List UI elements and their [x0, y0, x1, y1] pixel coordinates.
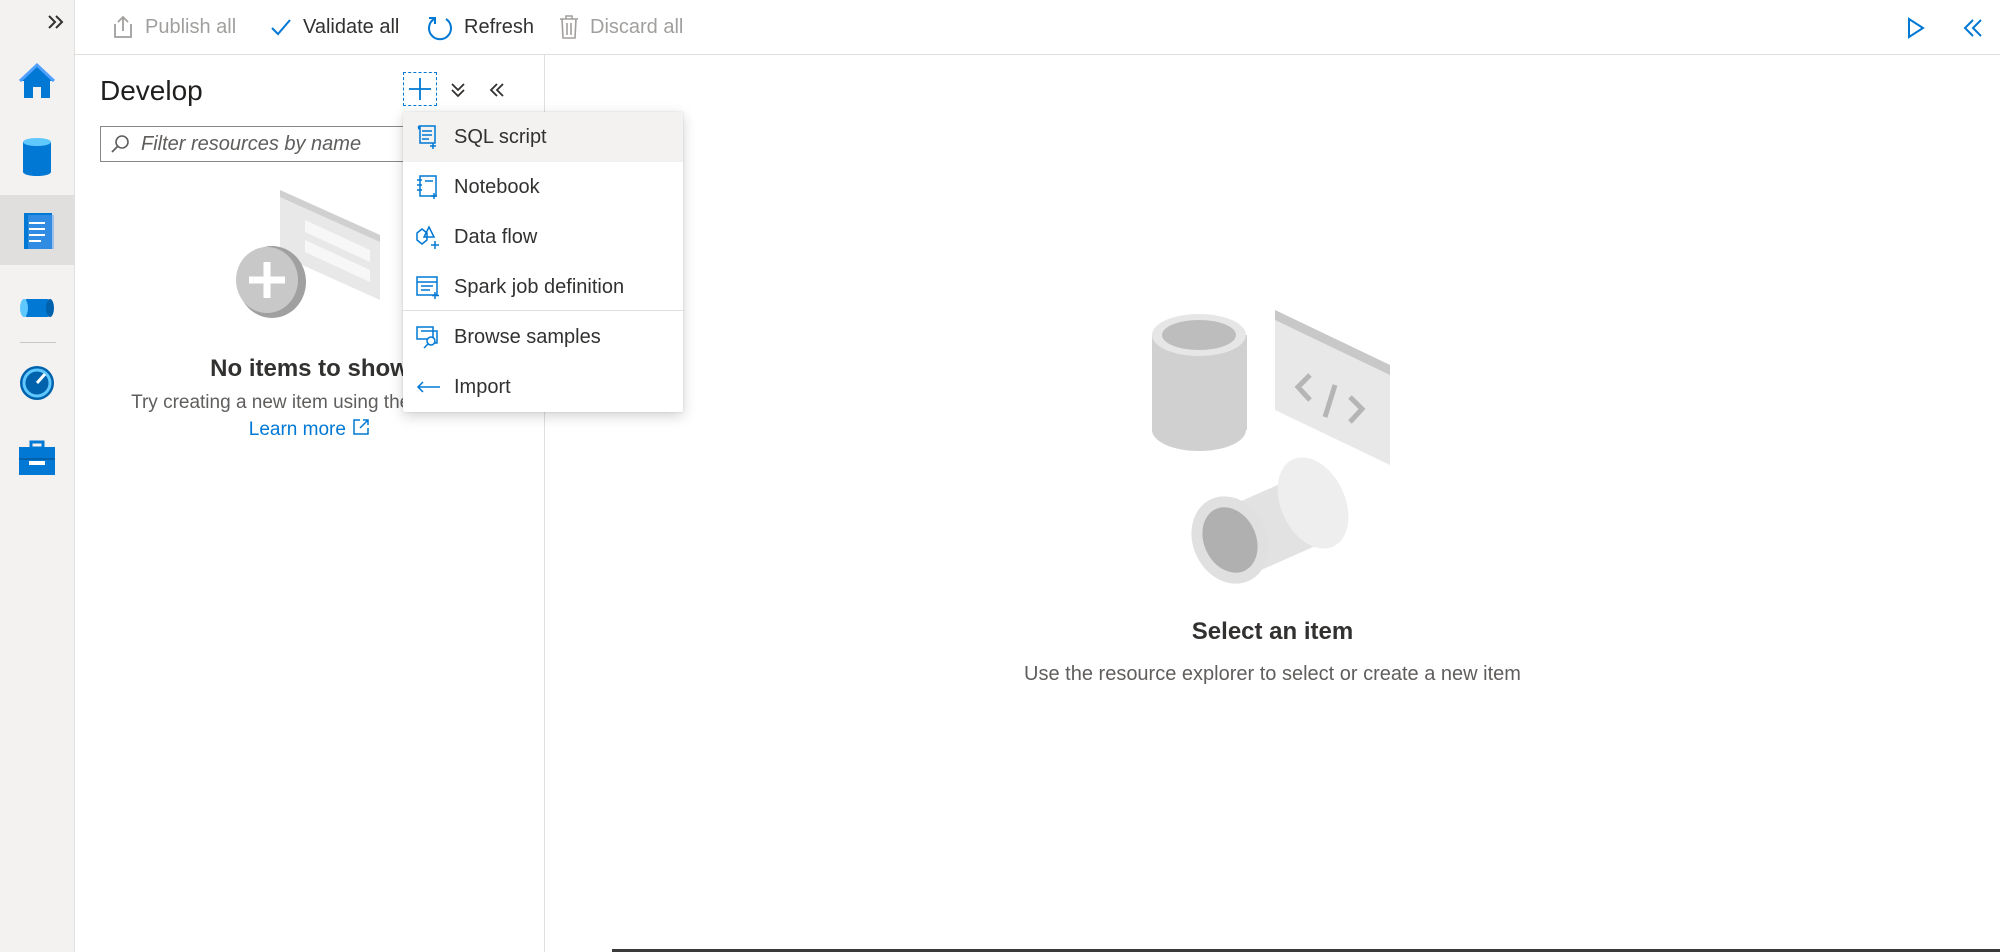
main-empty-illustration	[1150, 305, 1400, 600]
notebook-icon	[414, 173, 442, 201]
menu-item-spark-job-definition[interactable]: Spark job definition	[403, 262, 683, 312]
menu-item-browse-samples[interactable]: Browse samples	[403, 312, 683, 362]
run-button[interactable]	[1901, 14, 1929, 42]
expand-rail-icon[interactable]	[44, 10, 68, 34]
nav-home[interactable]	[14, 58, 60, 104]
command-bar: Publish all Validate all Refresh Discard…	[75, 0, 2000, 55]
manage-icon	[19, 440, 55, 475]
menu-item-label: Notebook	[454, 175, 540, 198]
menu-item-sql-script[interactable]: SQL script	[403, 112, 683, 162]
main-empty-subtitle: Use the resource explorer to select or c…	[1024, 663, 1521, 685]
checkmark-icon	[271, 19, 291, 36]
home-icon	[18, 62, 56, 98]
empty-state-illustration	[230, 180, 390, 335]
panel-title: Develop	[100, 75, 203, 106]
rail-divider	[20, 342, 56, 343]
menu-item-label: Spark job definition	[454, 275, 625, 298]
new-resource-menu: SQL script Notebook Data flow Spark job …	[403, 112, 683, 412]
nav-develop[interactable]	[0, 195, 74, 265]
data-icon	[23, 138, 51, 176]
sql-script-icon	[414, 123, 442, 151]
validate-all-label: Validate all	[303, 15, 400, 38]
publish-all-label: Publish all	[145, 15, 237, 38]
add-new-resource-button[interactable]	[403, 72, 437, 106]
learn-more-link[interactable]: Learn more	[249, 419, 371, 440]
refresh-label: Refresh	[464, 15, 535, 38]
learn-more-label: Learn more	[248, 419, 346, 440]
menu-item-label: Data flow	[454, 225, 538, 248]
menu-divider	[403, 310, 683, 311]
menu-item-notebook[interactable]: Notebook	[403, 162, 683, 212]
menu-item-data-flow[interactable]: Data flow	[403, 212, 683, 262]
monitor-icon	[20, 366, 54, 400]
discard-all-label: Discard all	[590, 15, 684, 38]
filter-resources[interactable]	[100, 126, 420, 162]
double-chevron-down-icon	[451, 83, 465, 98]
nav-monitor[interactable]	[14, 360, 60, 406]
menu-item-import[interactable]: Import	[403, 362, 683, 412]
discard-all-button[interactable]: Discard all	[558, 0, 683, 54]
play-icon	[1908, 17, 1925, 39]
refresh-icon	[428, 17, 452, 41]
main-empty-title: Select an item	[1191, 618, 1354, 645]
nav-data[interactable]	[14, 133, 60, 179]
expand-all-button[interactable]	[448, 80, 468, 100]
search-icon	[111, 135, 129, 153]
trash-icon	[560, 15, 578, 39]
develop-icon	[24, 213, 54, 249]
double-chevron-left-icon	[1963, 19, 1982, 37]
menu-item-label: SQL script	[454, 125, 547, 148]
menu-item-label: Import	[454, 375, 511, 398]
validate-all-button[interactable]: Validate all	[269, 0, 399, 54]
publish-icon	[114, 15, 132, 38]
spark-job-icon	[414, 273, 442, 301]
collapse-properties-button[interactable]	[1959, 14, 1987, 42]
integrate-icon	[20, 299, 54, 317]
filter-input[interactable]	[139, 131, 403, 157]
external-link-icon	[353, 419, 369, 435]
plus-icon	[409, 78, 431, 100]
nav-rail	[0, 0, 75, 952]
double-chevron-left-icon	[489, 83, 504, 97]
browse-samples-icon	[414, 323, 442, 351]
nav-manage[interactable]	[14, 435, 60, 481]
import-icon	[414, 373, 442, 401]
refresh-button[interactable]: Refresh	[426, 0, 534, 54]
menu-item-label: Browse samples	[454, 325, 601, 348]
collapse-panel-button[interactable]	[487, 80, 507, 100]
data-flow-icon	[414, 223, 442, 251]
publish-all-button[interactable]: Publish all	[111, 0, 236, 54]
nav-integrate[interactable]	[14, 285, 60, 331]
